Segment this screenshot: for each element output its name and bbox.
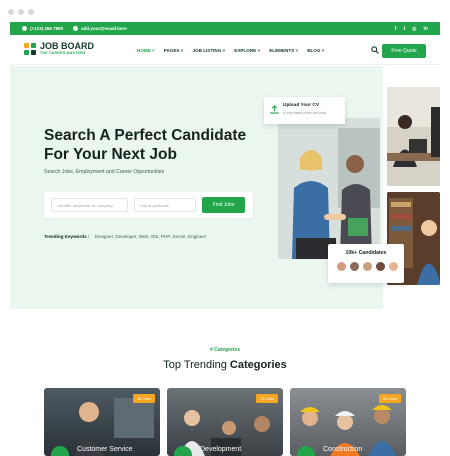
phone-contact[interactable]: (+123) 456 7890 — [22, 26, 63, 31]
hero-photo-handshake — [278, 118, 380, 259]
category-card-development[interactable]: 12 Jobs Development — [167, 388, 283, 456]
nav-label: HOME — [137, 47, 151, 53]
avatar — [349, 261, 360, 272]
categories-eyebrow: # Categories — [209, 347, 240, 353]
phone-icon — [22, 26, 27, 31]
facebook-icon[interactable]: f — [395, 26, 397, 32]
hero-photo-office — [387, 87, 440, 186]
linkedin-icon[interactable]: in — [424, 26, 428, 32]
trending-keywords: Trending Keywords : Designer, Developer,… — [44, 234, 206, 239]
handshake-image — [278, 118, 380, 259]
upload-cv-card[interactable]: Upload Your CV It only takes a few secon… — [264, 97, 345, 124]
trending-values[interactable]: Designer, Developer, Web, IOS, PHP, Seni… — [95, 234, 207, 239]
categories-title-b: Categories — [226, 359, 287, 371]
keywords-input[interactable]: Job title, keywords, or company — [51, 198, 128, 212]
upload-subtitle: It only takes a few seconds — [283, 111, 327, 115]
category-label: Customer Service — [77, 446, 133, 453]
category-label: Construction — [323, 446, 363, 453]
trending-label: Trending Keywords : — [44, 234, 90, 239]
instagram-icon[interactable]: ◎ — [412, 26, 416, 32]
category-label: Development — [200, 446, 242, 453]
window-dot-icon — [18, 9, 24, 15]
logo-tagline: THE CAREER MASTERS — [40, 51, 86, 55]
candidates-count: 10k+ Candidates — [345, 250, 387, 256]
upload-icon — [270, 105, 279, 114]
categories-title: Top Trending Categories — [10, 359, 440, 371]
category-card-construction[interactable]: 55 Jobs Construction — [290, 388, 406, 456]
nav-item-elements[interactable]: ELEMENTS ˅ — [269, 48, 298, 53]
logo-icon — [24, 42, 36, 55]
candidates-card: 10k+ Candidates — [328, 244, 404, 283]
page-frame: (+123) 456 7890 add.your@email.here f t … — [10, 22, 440, 456]
window-dot-icon — [8, 9, 14, 15]
nav-item-home[interactable]: HOME ˅ — [137, 48, 155, 53]
email-text: add.your@email.here — [81, 26, 127, 31]
job-count-badge: 55 Jobs — [378, 394, 401, 403]
office-image — [387, 87, 440, 186]
nav-item-pages[interactable]: PAGES ˅ — [164, 48, 184, 53]
job-search-form: Job title, keywords, or company City or … — [44, 192, 253, 218]
logo-title: JOB BOARD — [40, 41, 95, 51]
nav-label: BLOG — [307, 47, 321, 53]
main-navbar: JOB BOARD THE CAREER MASTERS HOME ˅ PAGE… — [10, 35, 440, 65]
upload-title: Upload Your CV — [283, 103, 320, 108]
phone-text: (+123) 456 7890 — [30, 26, 64, 31]
nav-label: PAGES — [163, 47, 180, 53]
nav-label: JOB LISTING — [192, 47, 222, 53]
avatar — [336, 261, 347, 272]
twitter-icon[interactable]: t — [404, 26, 406, 32]
top-bar: (+123) 456 7890 add.your@email.here f t … — [10, 22, 440, 35]
categories-title-a: Top Trending — [163, 359, 227, 371]
candidate-avatars — [336, 261, 399, 272]
location-input[interactable]: City or postcode — [134, 198, 196, 212]
email-contact[interactable]: add.your@email.here — [73, 26, 127, 31]
hero-subtitle: Search Jobs, Employment and Career Oppor… — [44, 169, 165, 175]
nav-menu: HOME ˅ PAGES ˅ JOB LISTING ˅ EXPLORE ˅ E… — [137, 35, 324, 65]
search-icon[interactable] — [371, 46, 379, 54]
category-card-customer-service[interactable]: 36 Jobs Customer Service — [44, 388, 160, 456]
nav-label: EXPLORE — [234, 47, 257, 53]
find-jobs-button[interactable]: Find Jobs — [202, 197, 245, 213]
social-links: f t ◎ in — [395, 22, 428, 35]
browser-chrome — [0, 0, 450, 22]
avatar — [362, 261, 373, 272]
nav-item-explore[interactable]: EXPLORE ˅ — [234, 48, 260, 53]
job-count-badge: 36 Jobs — [132, 394, 155, 403]
mail-icon — [73, 26, 79, 31]
job-count-badge: 12 Jobs — [255, 394, 278, 403]
window-dot-icon — [28, 9, 34, 15]
free-quote-button[interactable]: Free Quote — [382, 44, 426, 58]
nav-item-blog[interactable]: BLOG ˅ — [307, 48, 324, 53]
nav-label: ELEMENTS — [269, 47, 295, 53]
avatar — [388, 261, 399, 272]
logo[interactable]: JOB BOARD THE CAREER MASTERS — [24, 42, 94, 55]
hero-title: Search A Perfect Candidate For Your Next… — [44, 127, 247, 163]
avatar — [375, 261, 386, 272]
nav-item-job-listing[interactable]: JOB LISTING ˅ — [192, 48, 225, 53]
